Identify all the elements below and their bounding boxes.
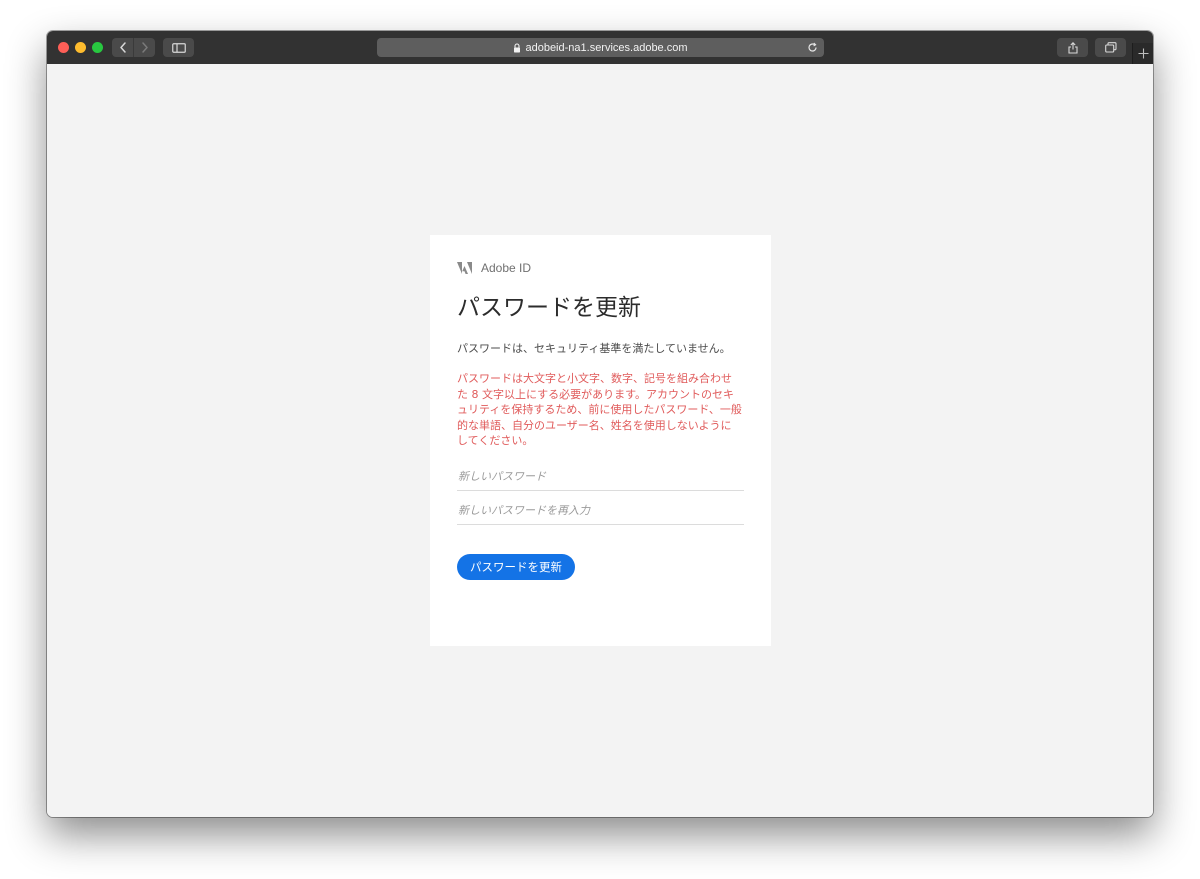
new-password-input[interactable] — [457, 469, 744, 490]
share-button[interactable] — [1057, 38, 1088, 57]
page-title: パスワードを更新 — [457, 295, 641, 321]
browser-toolbar: adobeid-na1.services.adobe.com — [47, 31, 1153, 65]
confirm-password-field — [457, 491, 744, 525]
confirm-password-input[interactable] — [457, 503, 744, 524]
new-tab-button[interactable] — [1132, 43, 1153, 64]
minimize-window-button[interactable] — [75, 42, 86, 53]
zoom-window-button[interactable] — [92, 42, 103, 53]
password-requirements-error: パスワードは大文字と小文字、数字、記号を組み合わせた 8 文字以上にする必要があ… — [457, 372, 742, 447]
browser-window: adobeid-na1.services.adobe.com Adobe ID … — [47, 31, 1153, 817]
chevron-left-icon — [119, 42, 126, 53]
brand-name: Adobe ID — [481, 261, 532, 275]
forward-button[interactable] — [133, 38, 155, 57]
reload-icon — [808, 42, 817, 52]
reload-button[interactable] — [805, 40, 820, 55]
brand: Adobe ID — [457, 261, 744, 275]
password-notice: パスワードは、セキュリティ基準を満たしていません。 — [457, 342, 731, 355]
tab-overview-icon — [1104, 42, 1117, 53]
sidebar-icon — [171, 42, 186, 53]
lock-icon — [514, 42, 521, 52]
url-text: adobeid-na1.services.adobe.com — [525, 41, 688, 54]
sidebar-toggle-button[interactable] — [163, 38, 194, 57]
update-password-card: Adobe ID パスワードを更新 パスワードは、セキュリティ基準を満たしていま… — [430, 235, 771, 646]
tab-overview-button[interactable] — [1095, 38, 1126, 57]
back-button[interactable] — [112, 38, 133, 57]
adobe-logo-icon — [457, 262, 472, 274]
page-content: Adobe ID パスワードを更新 パスワードは、セキュリティ基準を満たしていま… — [47, 64, 1153, 817]
new-password-field — [457, 457, 744, 491]
chevron-right-icon — [141, 42, 148, 53]
update-password-button[interactable]: パスワードを更新 — [457, 553, 575, 580]
close-window-button[interactable] — [58, 42, 69, 53]
history-nav — [112, 38, 155, 57]
share-icon — [1067, 41, 1078, 54]
plus-icon — [1138, 48, 1149, 59]
address-bar[interactable]: adobeid-na1.services.adobe.com — [377, 38, 824, 57]
